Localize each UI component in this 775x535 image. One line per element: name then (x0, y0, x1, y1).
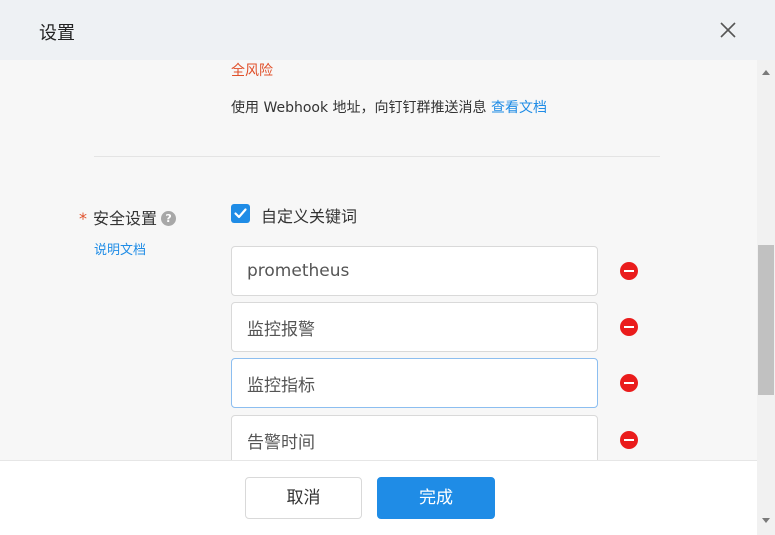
webhook-description-text: 使用 Webhook 地址，向钉钉群推送消息 (231, 100, 487, 116)
custom-keyword-checkbox[interactable] (231, 204, 250, 223)
cancel-button[interactable]: 取消 (245, 477, 362, 519)
close-icon[interactable] (716, 18, 740, 42)
dialog-footer: 取消 完成 (0, 460, 757, 535)
dialog-header: 设置 (0, 0, 775, 60)
checkmark-icon (234, 208, 247, 219)
keyword-input[interactable] (231, 358, 598, 408)
custom-keyword-label: 自定义关键词 (261, 207, 358, 226)
webhook-description: 使用 Webhook 地址，向钉钉群推送消息 查看文档 (231, 97, 547, 117)
done-button[interactable]: 完成 (377, 477, 495, 519)
remove-keyword-icon[interactable] (620, 374, 638, 392)
required-mark: * (79, 209, 87, 228)
security-settings-label-text: 安全设置 (93, 209, 158, 228)
keyword-row (231, 358, 651, 408)
keyword-input[interactable] (231, 302, 598, 352)
keyword-row (231, 302, 651, 352)
explanation-doc-link[interactable]: 说明文档 (94, 239, 146, 258)
vertical-scrollbar[interactable] (757, 60, 775, 535)
scroll-up-arrow-icon[interactable] (762, 70, 770, 75)
keyword-row (231, 246, 651, 296)
security-settings-label: * 安全设置? (79, 205, 177, 229)
risk-warning-text: 全风险 (231, 63, 273, 79)
dialog-title: 设置 (39, 23, 75, 44)
settings-dialog: 设置 全风险 使用 Webhook 地址，向钉钉群推送消息 查看文档 * 安全设置… (0, 0, 775, 535)
dialog-body: 全风险 使用 Webhook 地址，向钉钉群推送消息 查看文档 * 安全设置? 说… (0, 60, 757, 460)
remove-keyword-icon[interactable] (620, 431, 638, 449)
remove-keyword-icon[interactable] (620, 262, 638, 280)
view-docs-link[interactable]: 查看文档 (491, 100, 547, 116)
scroll-down-arrow-icon[interactable] (762, 518, 770, 523)
keyword-row (231, 415, 651, 460)
keyword-input[interactable] (231, 415, 598, 460)
scrollbar-thumb[interactable] (758, 245, 774, 395)
section-divider (94, 156, 660, 157)
keyword-input[interactable] (231, 246, 598, 296)
help-icon[interactable]: ? (161, 211, 177, 226)
remove-keyword-icon[interactable] (620, 318, 638, 336)
